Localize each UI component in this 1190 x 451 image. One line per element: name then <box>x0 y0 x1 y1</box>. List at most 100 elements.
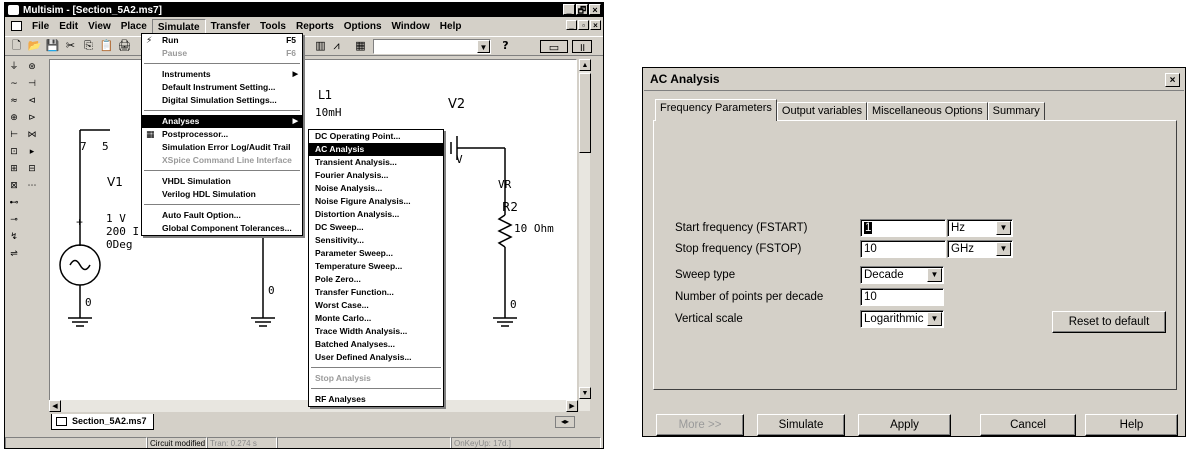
dialog-close-icon[interactable]: × <box>1165 73 1180 87</box>
close-button[interactable]: × <box>589 4 601 15</box>
simulate-menu-analyses[interactable]: Analyses ▶ <box>142 115 302 128</box>
tab-summary[interactable]: Summary <box>987 102 1045 120</box>
points-per-decade-input[interactable]: 10 <box>860 288 944 306</box>
simulate-menu-default-instrument-setting[interactable]: Default Instrument Setting... <box>142 81 302 94</box>
analyses-menu-trace-width-analysis[interactable]: Trace Width Analysis... <box>309 325 443 338</box>
document-icon[interactable] <box>11 21 22 31</box>
analyses-menu-transfer-function[interactable]: Transfer Function... <box>309 286 443 299</box>
tab-frequency-parameters[interactable]: Frequency Parameters <box>655 99 777 121</box>
table-icon[interactable]: ▦ <box>353 39 368 53</box>
copy-icon[interactable]: ⎘ <box>81 39 96 53</box>
component-extra-1-icon[interactable]: ⊸ <box>7 214 21 227</box>
analyses-menu-sensitivity[interactable]: Sensitivity... <box>309 234 443 247</box>
analyses-menu-batched-analyses[interactable]: Batched Analyses... <box>309 338 443 351</box>
doc-tab-section[interactable]: Section_5A2.ms7 <box>51 414 154 430</box>
simulate-button[interactable]: Simulate <box>757 414 845 436</box>
tab-miscellaneous-options[interactable]: Miscellaneous Options <box>867 102 988 120</box>
simulate-menu-pause[interactable]: Pause F6 <box>142 47 302 60</box>
analyses-menu-parameter-sweep[interactable]: Parameter Sweep... <box>309 247 443 260</box>
component-ladder-icon[interactable]: ⊠ <box>7 180 21 193</box>
analyses-menu-transient-analysis[interactable]: Transient Analysis... <box>309 156 443 169</box>
simulate-menu-instruments[interactable]: Instruments ▶ <box>142 68 302 81</box>
menu-help[interactable]: Help <box>435 19 467 34</box>
save-icon[interactable]: 💾 <box>45 39 60 53</box>
more-button[interactable]: More >> <box>656 414 744 436</box>
menu-view[interactable]: View <box>83 19 116 34</box>
component-ground-icon[interactable]: ⏚ <box>7 61 21 74</box>
analyses-menu-stop-analysis[interactable]: Stop Analysis <box>309 372 443 385</box>
paste-icon[interactable]: 📋 <box>99 39 114 53</box>
analyses-menu-pole-zero[interactable]: Pole Zero... <box>309 273 443 286</box>
reset-to-default-button[interactable]: Reset to default <box>1052 311 1166 333</box>
cancel-button[interactable]: Cancel <box>980 414 1076 436</box>
component-extra-icon[interactable]: ⋯ <box>25 180 39 193</box>
mdi-restore-button[interactable]: ▫ <box>578 20 589 30</box>
simulate-menu-global-component-tolerances[interactable]: Global Component Tolerances... <box>142 222 302 235</box>
component-electromech-icon[interactable]: ⊟ <box>25 163 39 176</box>
component-rf-icon[interactable]: ⊞ <box>7 163 21 176</box>
menu-tools[interactable]: Tools <box>255 19 291 34</box>
component-extra-3-icon[interactable]: ⇌ <box>7 248 21 261</box>
instrument-icon[interactable]: ▭ <box>540 39 568 54</box>
component-cmos-icon[interactable]: ⊳ <box>25 112 39 125</box>
simulate-menu-simulation-error-log-audit-trail[interactable]: Simulation Error Log/Audit Trail <box>142 141 302 154</box>
analyses-menu-fourier-analysis[interactable]: Fourier Analysis... <box>309 169 443 182</box>
new-icon[interactable]: 🗋 <box>9 39 24 53</box>
tab-nav-arrows-icon[interactable]: ◂▸ <box>555 416 575 428</box>
help-icon[interactable]: ? <box>498 39 513 53</box>
chevron-down-icon[interactable]: ▼ <box>927 312 942 326</box>
simulate-menu-vhdl-simulation[interactable]: VHDL Simulation <box>142 175 302 188</box>
component-ttl-icon[interactable]: ⊕ <box>7 112 21 125</box>
grapher-icon[interactable]: ▥ <box>313 39 328 53</box>
analyses-menu-user-defined-analysis[interactable]: User Defined Analysis... <box>309 351 443 364</box>
scroll-up-icon[interactable]: ▲ <box>579 59 591 71</box>
analyses-menu-distortion-analysis[interactable]: Distortion Analysis... <box>309 208 443 221</box>
simulate-menu-postprocessor[interactable]: ▦ Postprocessor... <box>142 128 302 141</box>
component-indicator-icon[interactable]: ⊡ <box>7 146 21 159</box>
analyses-menu-rf-analyses[interactable]: RF Analyses <box>309 393 443 406</box>
simulate-menu-digital-simulation-settings[interactable]: Digital Simulation Settings... <box>142 94 302 107</box>
menu-file[interactable]: File <box>27 19 54 34</box>
chevron-down-icon[interactable]: ▼ <box>996 221 1011 235</box>
simulate-menu-verilog-hdl-simulation[interactable]: Verilog HDL Simulation <box>142 188 302 201</box>
component-extra-2-icon[interactable]: ↯ <box>7 231 21 244</box>
vertical-scale-select[interactable]: Logarithmic ▼ <box>860 310 944 328</box>
scroll-thumb[interactable] <box>579 73 591 153</box>
analyses-menu-noise-figure-analysis[interactable]: Noise Figure Analysis... <box>309 195 443 208</box>
probe-icon[interactable]: ⩘ <box>329 39 344 53</box>
sweep-type-select[interactable]: Decade ▼ <box>860 266 944 284</box>
component-source-icon[interactable]: ⊛ <box>25 61 39 74</box>
menu-place[interactable]: Place <box>116 19 152 34</box>
cut-icon[interactable]: ✂ <box>63 39 78 53</box>
mdi-close-button[interactable]: × <box>590 20 601 30</box>
restore-button[interactable]: 🗗 <box>576 4 588 15</box>
component-basic-icon[interactable]: ~ <box>7 78 21 91</box>
apply-button[interactable]: Apply <box>858 414 951 436</box>
pause-icon[interactable]: ॥ <box>572 39 592 54</box>
simulate-menu-auto-fault-option[interactable]: Auto Fault Option... <box>142 209 302 222</box>
analyses-menu-dc-operating-point[interactable]: DC Operating Point... <box>309 130 443 143</box>
analyses-menu-ac-analysis[interactable]: AC Analysis <box>309 143 443 156</box>
menu-reports[interactable]: Reports <box>291 19 339 34</box>
chevron-down-icon[interactable]: ▼ <box>996 242 1011 256</box>
start-frequency-input[interactable]: 1 <box>860 219 946 237</box>
scroll-down-icon[interactable]: ▼ <box>579 387 591 399</box>
component-combo[interactable]: ▼ <box>373 39 491 54</box>
stop-frequency-input[interactable]: 10 <box>860 240 946 258</box>
scroll-left-icon[interactable]: ◀ <box>49 400 61 412</box>
component-extra-0-icon[interactable]: ⊷ <box>7 197 21 210</box>
component-misc-icon[interactable]: ▸ <box>25 146 39 159</box>
analyses-menu-worst-case[interactable]: Worst Case... <box>309 299 443 312</box>
menu-transfer[interactable]: Transfer <box>206 19 255 34</box>
analyses-menu-dc-sweep[interactable]: DC Sweep... <box>309 221 443 234</box>
stop-frequency-unit-select[interactable]: GHz ▼ <box>947 240 1013 258</box>
tab-output-variables[interactable]: Output variables <box>776 102 867 120</box>
analyses-menu-temperature-sweep[interactable]: Temperature Sweep... <box>309 260 443 273</box>
scroll-right-icon[interactable]: ▶ <box>566 400 578 412</box>
component-transistor-icon[interactable]: ≈ <box>7 95 21 108</box>
print-icon[interactable]: 🖨 <box>117 39 132 53</box>
open-icon[interactable]: 📂 <box>27 39 42 53</box>
menu-edit[interactable]: Edit <box>54 19 83 34</box>
menu-window[interactable]: Window <box>387 19 435 34</box>
analyses-menu-monte-carlo[interactable]: Monte Carlo... <box>309 312 443 325</box>
